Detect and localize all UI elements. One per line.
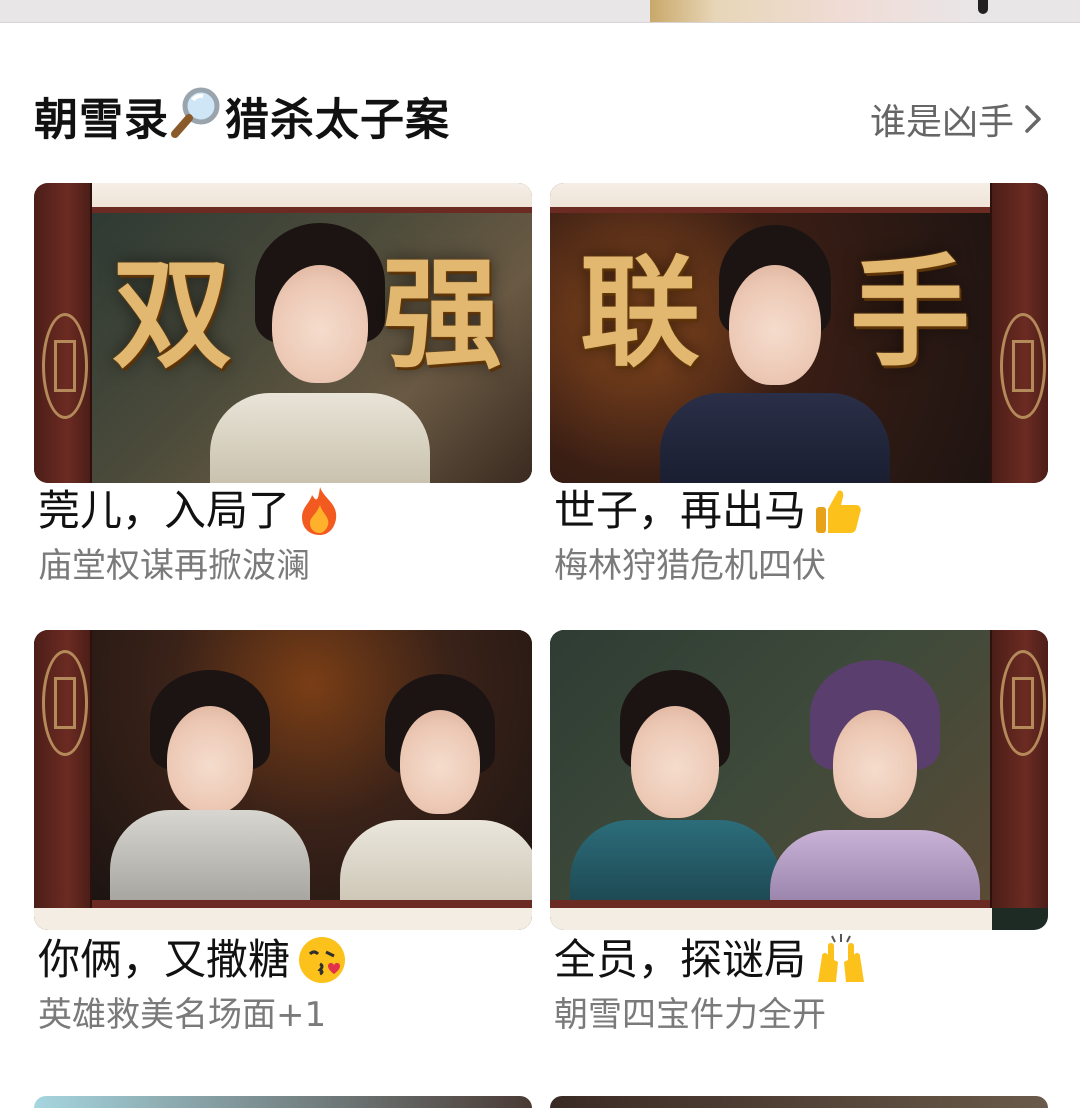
overlay-char-2: 强 [382, 244, 502, 385]
door-panel-left [34, 183, 92, 483]
next-row-thumbnail-edge [550, 1096, 1048, 1108]
card-title[interactable]: 你俩，又撒糖 [38, 930, 348, 990]
video-thumbnail[interactable]: 联 手 [550, 183, 1048, 483]
door-panel-right [990, 630, 1048, 908]
character-figure [340, 660, 532, 900]
thumbs-up-emoji-icon [816, 490, 861, 533]
card-subtitle: 梅林狩猎危机四伏 [554, 546, 826, 586]
more-link-label: 谁是凶手 [869, 102, 1014, 143]
character-figure [570, 650, 780, 900]
overlay-char-1: 双 [112, 244, 232, 385]
section-title-suffix: 猎杀太子案 [225, 94, 450, 146]
previous-section-banner-edge [0, 0, 1080, 23]
kiss-face-emoji-icon [299, 937, 346, 983]
video-thumbnail[interactable]: 双 强 [34, 183, 532, 483]
card-title[interactable]: 全员，探谜局 [554, 930, 870, 990]
overlay-char-1: 联 [580, 242, 700, 383]
door-panel-left [34, 630, 92, 908]
next-row-thumbnail-edge [34, 1096, 532, 1108]
banner-image-edge [650, 0, 980, 22]
character-figure [770, 650, 980, 900]
overlay-char-2: 手 [850, 242, 970, 383]
more-link[interactable]: 谁是凶手 [870, 84, 1042, 154]
section-title-prefix: 朝雪录 [34, 94, 169, 146]
card-subtitle: 庙堂权谋再掀波澜 [38, 546, 310, 586]
card-title[interactable]: 莞儿，入局了 [38, 481, 344, 541]
section-header: 朝雪录 猎杀太子案 谁是凶手 [34, 84, 1046, 154]
video-thumbnail[interactable] [34, 630, 532, 930]
door-panel-right [990, 183, 1048, 483]
magnifier-icon [169, 84, 225, 161]
fire-emoji-icon [302, 487, 337, 535]
section-title: 朝雪录 猎杀太子案 [34, 84, 450, 161]
card-subtitle: 朝雪四宝件力全开 [554, 995, 826, 1035]
banner-indicator [978, 0, 988, 14]
card-title[interactable]: 世子，再出马 [554, 481, 864, 541]
raised-hands-emoji-icon [818, 934, 865, 982]
video-thumbnail[interactable] [550, 630, 1048, 930]
chevron-right-icon [1025, 105, 1041, 133]
character-figure [110, 660, 310, 900]
card-subtitle: 英雄救美名场面+1 [38, 995, 327, 1035]
